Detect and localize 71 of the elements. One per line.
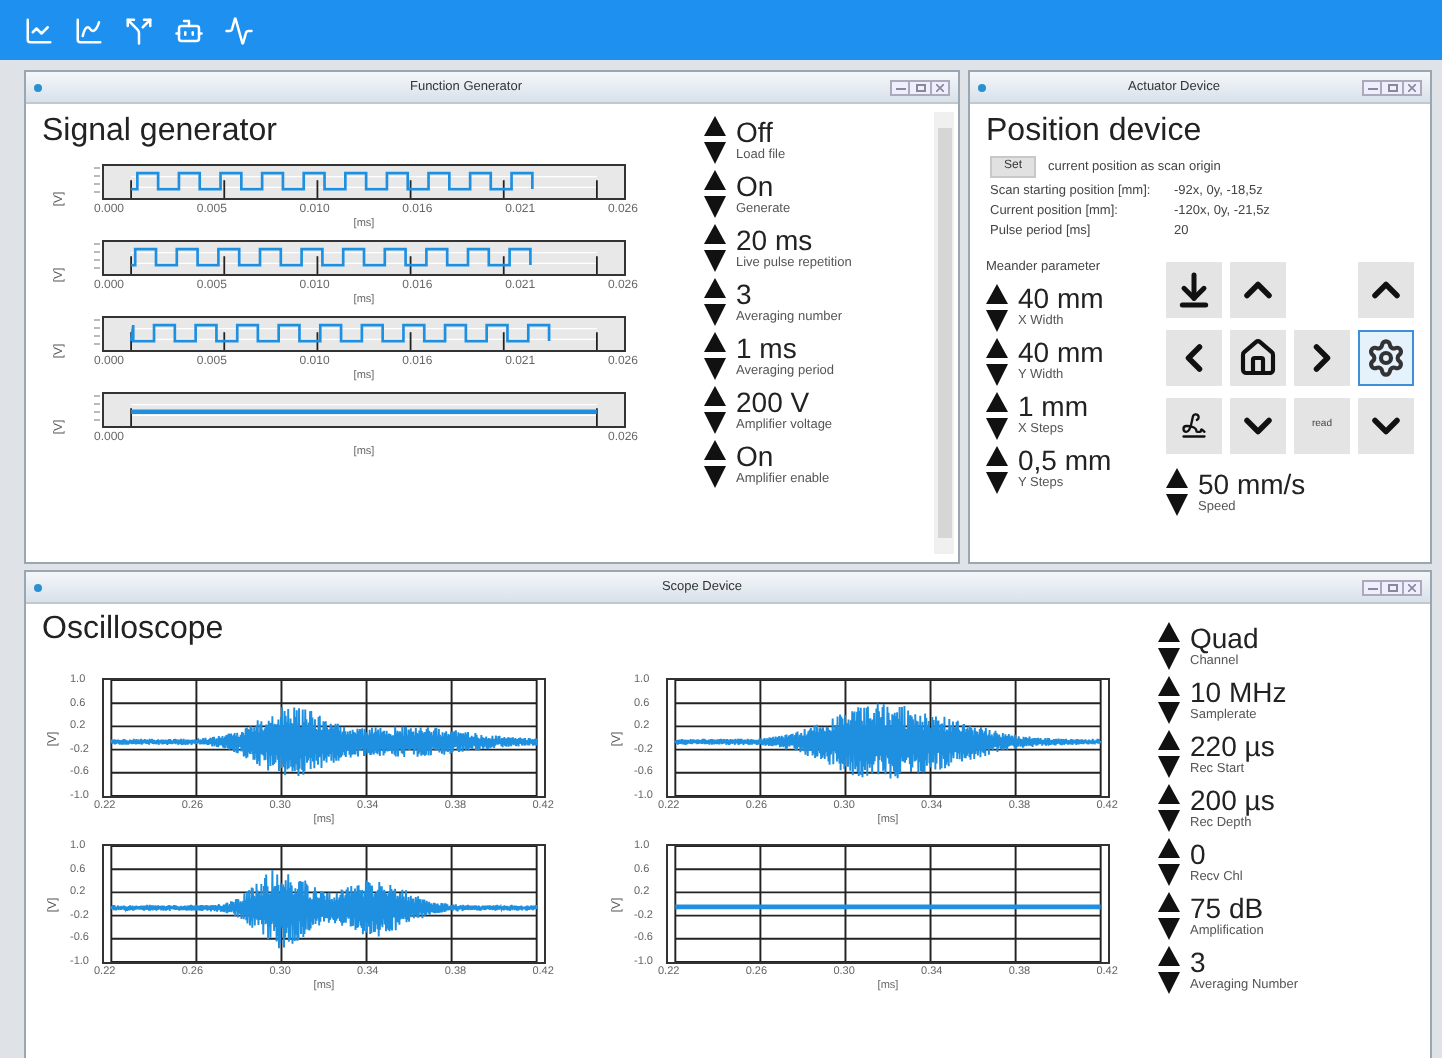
up-down-arrows-icon[interactable]	[986, 283, 1008, 332]
spline-chart-icon[interactable]	[74, 15, 104, 45]
split-icon[interactable]	[124, 15, 154, 45]
up-down-arrows-icon[interactable]	[986, 391, 1008, 440]
up-down-arrows-icon[interactable]	[704, 440, 726, 488]
control-value: 0	[1190, 839, 1208, 869]
up-down-arrows-icon[interactable]	[1158, 676, 1180, 724]
maximize-icon	[915, 83, 925, 91]
line-chart-icon[interactable]	[24, 15, 54, 45]
panel-heading: Oscilloscope	[42, 610, 226, 650]
up-down-arrows-icon[interactable]	[1158, 784, 1180, 832]
control-value: Quad	[1190, 623, 1259, 653]
close-button[interactable]	[930, 79, 950, 95]
up-down-arrows-icon[interactable]	[1166, 468, 1188, 516]
maximize-button[interactable]	[1382, 79, 1402, 95]
close-icon	[1408, 83, 1416, 91]
control-value: 40 mm	[1018, 284, 1104, 315]
minimize-button[interactable]	[890, 79, 910, 95]
up-down-arrows-icon[interactable]	[704, 170, 726, 218]
control-value: 50 mm/s	[1198, 469, 1306, 499]
up-down-arrows-icon[interactable]	[704, 278, 726, 326]
home-icon	[1238, 338, 1278, 378]
control-value: 3	[1190, 947, 1208, 977]
signature-icon	[1180, 412, 1208, 440]
control-value: Off	[736, 117, 775, 147]
up-down-arrows-icon[interactable]	[704, 224, 726, 272]
minimize-button[interactable]	[1362, 579, 1382, 595]
settings-icon	[1366, 338, 1406, 378]
panel-heading: Signal generator	[42, 112, 279, 152]
control-value: 10 MHz	[1190, 677, 1287, 707]
maximize-icon	[1387, 583, 1397, 591]
control-value: 1 mm	[1018, 392, 1088, 423]
up-down-arrows-icon[interactable]	[1158, 838, 1180, 886]
maximize-button[interactable]	[1382, 579, 1402, 595]
up-down-arrows-icon[interactable]	[1158, 622, 1180, 670]
up-down-arrows-icon[interactable]	[704, 332, 726, 380]
control-value: 3	[736, 279, 754, 309]
pulse-icon[interactable]	[224, 15, 254, 45]
up-down-arrows-icon[interactable]	[704, 116, 726, 164]
up-down-arrows-icon[interactable]	[1158, 730, 1180, 778]
control-value: 0,5 mm	[1018, 446, 1112, 477]
minimize-button[interactable]	[1362, 79, 1382, 95]
control-value: 40 mm	[1018, 338, 1104, 369]
control-value: On	[736, 441, 776, 471]
minimize-icon	[895, 85, 905, 89]
nav-button[interactable]	[1358, 330, 1414, 386]
maximize-icon	[1387, 83, 1397, 91]
up-down-arrows-icon[interactable]	[704, 386, 726, 434]
control-value: 20 ms	[736, 225, 815, 255]
up-down-arrows-icon[interactable]	[986, 337, 1008, 386]
scrollbar[interactable]	[934, 112, 954, 554]
control-value: 220 µs	[1190, 731, 1275, 761]
minimize-icon	[1367, 585, 1377, 589]
up-down-arrows-icon[interactable]	[1158, 892, 1180, 940]
control-value: 200 V	[736, 387, 812, 417]
close-button[interactable]	[1402, 579, 1422, 595]
control-value: 75 dB	[1190, 893, 1264, 923]
robot-icon[interactable]	[174, 15, 204, 45]
control-value: On	[736, 171, 776, 201]
arrow-down-to-line-icon	[1174, 270, 1214, 310]
scrollbar-thumb[interactable]	[937, 128, 951, 538]
up-down-arrows-icon[interactable]	[1158, 946, 1180, 994]
control-value: 200 µs	[1190, 785, 1275, 815]
panel-heading: Position device	[986, 112, 1204, 152]
up-down-arrows-icon[interactable]	[986, 445, 1008, 494]
maximize-button[interactable]	[910, 79, 930, 95]
minimize-icon	[1367, 85, 1377, 89]
close-icon	[936, 83, 944, 91]
close-icon	[1408, 583, 1416, 591]
close-button[interactable]	[1402, 79, 1422, 95]
control-value: 1 ms	[736, 333, 799, 363]
